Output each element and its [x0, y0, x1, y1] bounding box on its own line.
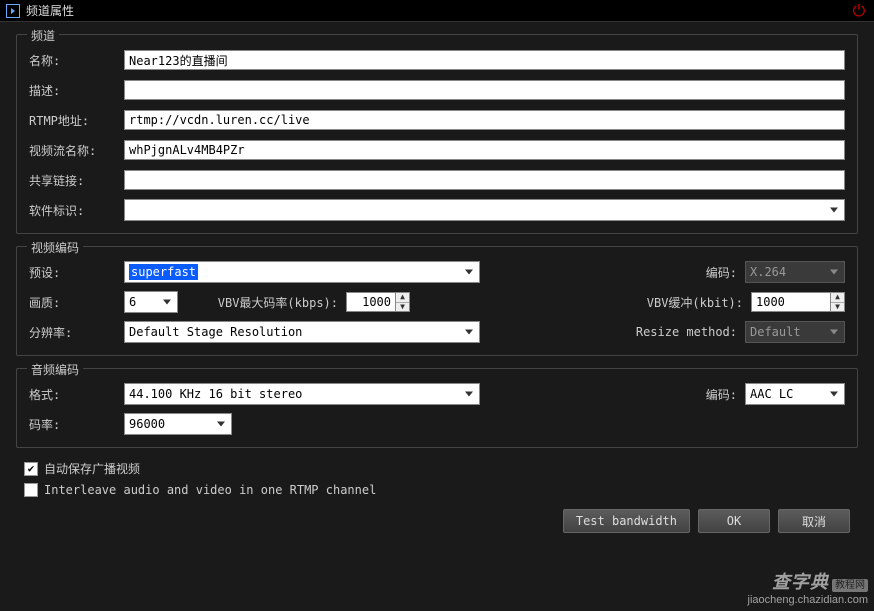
checkbox-autosave[interactable] [24, 462, 38, 476]
checkbox-interleave[interactable] [24, 483, 38, 497]
app-icon [6, 4, 20, 18]
input-share[interactable] [124, 170, 845, 190]
vbv-max-stepper[interactable]: ▲▼ [346, 292, 410, 312]
label-vbv-buffer: VBV缓冲(kbit): [591, 294, 751, 311]
close-icon[interactable]: ⏻ [850, 1, 868, 21]
checkbox-autosave-row: 自动保存广播视频 [24, 460, 850, 477]
label-software: 软件标识: [29, 202, 124, 219]
select-resolution[interactable]: Default Stage Resolution [124, 321, 480, 343]
legend-audio: 音频编码 [27, 361, 83, 378]
cancel-button[interactable]: 取消 [778, 509, 850, 533]
button-bar: Test bandwidth OK 取消 [16, 503, 858, 537]
select-bitrate[interactable]: 96000 [124, 413, 232, 435]
label-quality: 画质: [29, 294, 124, 311]
label-name: 名称: [29, 52, 124, 69]
ok-button[interactable]: OK [698, 509, 770, 533]
checkbox-interleave-label: Interleave audio and video in one RTMP c… [44, 483, 376, 497]
input-stream[interactable] [124, 140, 845, 160]
label-resolution: 分辨率: [29, 324, 124, 341]
window-title: 频道属性 [26, 2, 74, 19]
select-software[interactable] [124, 199, 845, 221]
test-bandwidth-button[interactable]: Test bandwidth [563, 509, 690, 533]
label-format: 格式: [29, 386, 124, 403]
input-name[interactable] [124, 50, 845, 70]
label-stream: 视频流名称: [29, 142, 124, 159]
spin-down-icon[interactable]: ▼ [831, 303, 844, 312]
select-resize[interactable]: Default [745, 321, 845, 343]
legend-video: 视频编码 [27, 239, 83, 256]
label-bitrate: 码率: [29, 416, 124, 433]
select-codec-v[interactable]: X.264 [745, 261, 845, 283]
label-codec-v: 编码: [625, 264, 745, 281]
vbv-buffer-stepper[interactable]: ▲▼ [751, 292, 845, 312]
label-vbv-max: VBV最大码率(kbps): [178, 294, 346, 311]
titlebar: 频道属性 ⏻ [0, 0, 874, 22]
label-rtmp: RTMP地址: [29, 112, 124, 129]
select-codec-a[interactable]: AAC LC [745, 383, 845, 405]
select-format[interactable]: 44.100 KHz 16 bit stereo [124, 383, 480, 405]
fieldset-channel: 频道 名称: 描述: RTMP地址: 视频流名称: 共享链接: 软件标识: [16, 34, 858, 234]
fieldset-video: 视频编码 预设: superfast 编码: X.264 画质: 6 VBV最大… [16, 246, 858, 356]
watermark: 查字典 教程网 jiaocheng.chazidian.com [748, 572, 868, 607]
label-resize: Resize method: [605, 325, 745, 339]
label-share: 共享链接: [29, 172, 124, 189]
spin-down-icon[interactable]: ▼ [396, 303, 409, 312]
input-desc[interactable] [124, 80, 845, 100]
select-preset[interactable]: superfast [124, 261, 480, 283]
checkbox-autosave-label: 自动保存广播视频 [44, 460, 140, 477]
label-desc: 描述: [29, 82, 124, 99]
input-rtmp[interactable] [124, 110, 845, 130]
checkbox-interleave-row: Interleave audio and video in one RTMP c… [24, 483, 850, 497]
fieldset-audio: 音频编码 格式: 44.100 KHz 16 bit stereo 编码: AA… [16, 368, 858, 448]
legend-channel: 频道 [27, 27, 59, 44]
input-vbv-max[interactable] [346, 292, 396, 312]
label-preset: 预设: [29, 264, 124, 281]
input-vbv-buffer[interactable] [751, 292, 831, 312]
label-codec-a: 编码: [625, 386, 745, 403]
select-quality[interactable]: 6 [124, 291, 178, 313]
